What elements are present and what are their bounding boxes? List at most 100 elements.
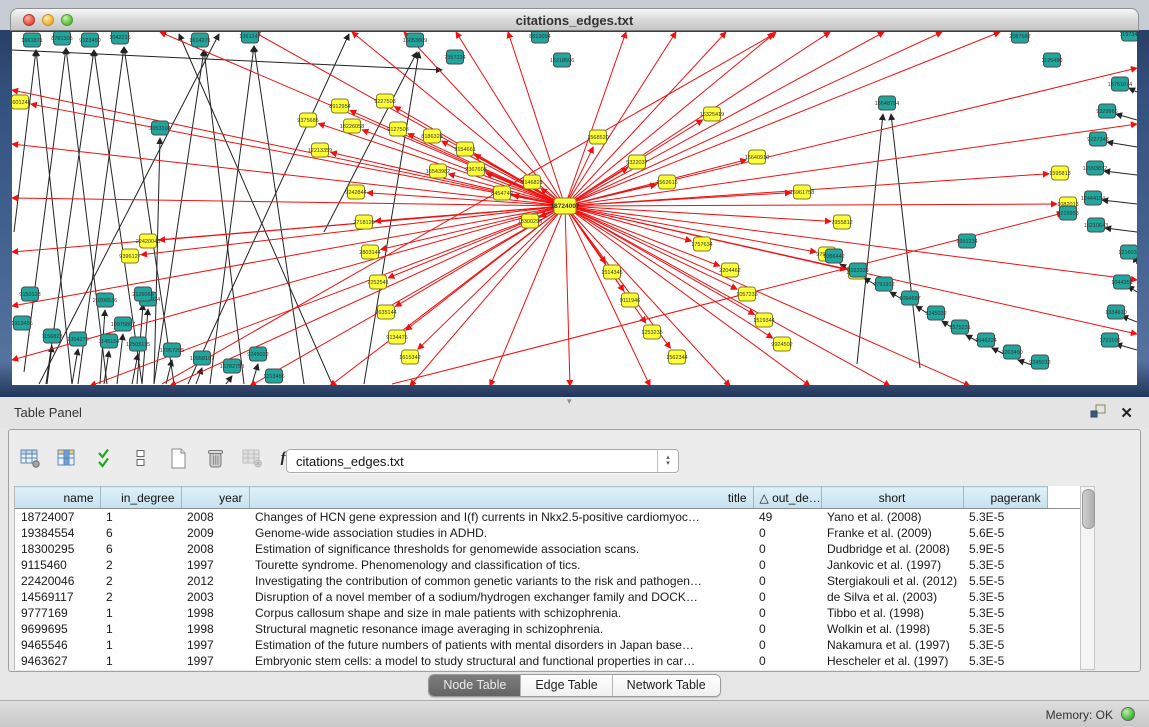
table-cell[interactable]: 1998 [181, 621, 249, 637]
table-row[interactable]: 1872400712008Changes of HCN gene express… [15, 509, 1081, 525]
table-cell[interactable]: Dudbridge et al. (2008) [821, 541, 963, 557]
table-cell[interactable]: 49 [753, 509, 821, 525]
table-cell[interactable]: 9465546 [15, 637, 100, 653]
table-cell[interactable]: Changes of HCN gene expression and I(f) … [249, 509, 753, 525]
table-scrollbar-thumb[interactable] [1082, 489, 1095, 529]
table-cell[interactable]: Tibbo et al. (1998) [821, 605, 963, 621]
table-settings-icon[interactable] [17, 445, 43, 471]
table-cell[interactable]: 0 [753, 557, 821, 573]
table-cell[interactable]: Investigating the contribution of common… [249, 573, 753, 589]
table-cell[interactable]: 1 [100, 509, 181, 525]
tab-network-table[interactable]: Network Table [613, 675, 720, 696]
table-cell[interactable]: 0 [753, 573, 821, 589]
show-column-icon[interactable] [54, 445, 80, 471]
table-cell[interactable]: 0 [753, 541, 821, 557]
table-cell[interactable]: 5.3E-5 [963, 557, 1047, 573]
table-row[interactable]: 977716911998Corpus callosum shape and si… [15, 605, 1081, 621]
table-cell[interactable]: 2008 [181, 509, 249, 525]
table-cell[interactable]: 1 [100, 637, 181, 653]
table-cell[interactable]: 6 [100, 525, 181, 541]
table-cell[interactable]: 0 [753, 637, 821, 653]
table-cell[interactable]: 0 [753, 653, 821, 669]
float-window-icon[interactable] [1090, 404, 1106, 423]
new-file-icon[interactable] [165, 445, 191, 471]
table-row[interactable]: 946362711997Embryonic stem cells: a mode… [15, 653, 1081, 669]
table-row[interactable]: 969969511998Structural magnetic resonanc… [15, 621, 1081, 637]
table-cell[interactable]: 5.3E-5 [963, 621, 1047, 637]
table-cell[interactable]: 2 [100, 589, 181, 605]
table-cell[interactable]: Genome-wide association studies in ADHD. [249, 525, 753, 541]
table-cell[interactable]: Structural magnetic resonance image aver… [249, 621, 753, 637]
column-header-year[interactable]: year [181, 487, 249, 509]
table-cell[interactable]: 22420046 [15, 573, 100, 589]
column-header-in_degree[interactable]: in_degree [100, 487, 181, 509]
table-cell[interactable]: 5.9E-5 [963, 541, 1047, 557]
table-cell[interactable]: 9699695 [15, 621, 100, 637]
table-cell[interactable]: Franke et al. (2009) [821, 525, 963, 541]
delete-icon[interactable] [202, 445, 228, 471]
table-row[interactable]: 946554611997Estimation of the future num… [15, 637, 1081, 653]
table-cell[interactable]: 0 [753, 589, 821, 605]
table-cell[interactable]: Nakamura et al. (1997) [821, 637, 963, 653]
select-all-icon[interactable] [91, 445, 117, 471]
table-cell[interactable]: Stergiakouli et al. (2012) [821, 573, 963, 589]
table-cell[interactable]: Disruption of a novel member of a sodium… [249, 589, 753, 605]
table-cell[interactable]: 9115460 [15, 557, 100, 573]
table-cell[interactable]: 14569117 [15, 589, 100, 605]
table-cell[interactable]: 5.3E-5 [963, 605, 1047, 621]
table-cell[interactable]: Estimation of significance thresholds fo… [249, 541, 753, 557]
table-cell[interactable]: 5.3E-5 [963, 653, 1047, 669]
table-cell[interactable]: 1997 [181, 653, 249, 669]
table-cell[interactable]: 2009 [181, 525, 249, 541]
window-title-bar[interactable]: citations_edges.txt [10, 8, 1139, 31]
table-row[interactable]: 1938455462009Genome-wide association stu… [15, 525, 1081, 541]
table-row[interactable]: 1456911722003Disruption of a novel membe… [15, 589, 1081, 605]
table-cell[interactable]: Embryonic stem cells: a model to study s… [249, 653, 753, 669]
table-cell[interactable]: 9463627 [15, 653, 100, 669]
table-cell[interactable]: 2008 [181, 541, 249, 557]
table-cell[interactable]: 1 [100, 605, 181, 621]
table-cell[interactable]: 18724007 [15, 509, 100, 525]
close-panel-icon[interactable]: ✕ [1120, 407, 1133, 421]
column-header-short[interactable]: short [821, 487, 963, 509]
table-cell[interactable]: 2003 [181, 589, 249, 605]
table-cell[interactable]: 0 [753, 605, 821, 621]
table-cell[interactable]: Jankovic et al. (1997) [821, 557, 963, 573]
table-cell[interactable]: Yano et al. (2008) [821, 509, 963, 525]
table-row[interactable]: 2242004622012Investigating the contribut… [15, 573, 1081, 589]
row-height-icon[interactable] [128, 445, 154, 471]
table-cell[interactable]: 6 [100, 541, 181, 557]
table-cell[interactable]: 2 [100, 573, 181, 589]
table-cell[interactable]: 1 [100, 621, 181, 637]
table-row[interactable]: 911546021997Tourette syndrome. Phenomeno… [15, 557, 1081, 573]
table-cell[interactable]: Hescheler et al. (1997) [821, 653, 963, 669]
table-cell[interactable]: Wolkin et al. (1998) [821, 621, 963, 637]
table-cell[interactable]: 2 [100, 557, 181, 573]
table-cell[interactable]: 1 [100, 653, 181, 669]
table-cell[interactable]: 0 [753, 525, 821, 541]
memory-status-icon[interactable] [1121, 707, 1135, 721]
table-scrollbar[interactable] [1080, 486, 1095, 670]
column-header-out_de[interactable]: △ out_de… [753, 487, 821, 509]
table-cell[interactable]: 5.3E-5 [963, 589, 1047, 605]
table-cell[interactable]: 5.3E-5 [963, 509, 1047, 525]
tab-edge-table[interactable]: Edge Table [521, 675, 612, 696]
column-header-name[interactable]: name [15, 487, 100, 509]
table-cell[interactable]: 9777169 [15, 605, 100, 621]
tab-node-table[interactable]: Node Table [429, 675, 521, 696]
table-cell[interactable]: 5.6E-5 [963, 525, 1047, 541]
column-header-title[interactable]: title [249, 487, 753, 509]
table-cell[interactable]: 19384554 [15, 525, 100, 541]
table-cell[interactable]: 1997 [181, 637, 249, 653]
splitter-grip-icon[interactable]: ▾ [567, 396, 572, 407]
column-header-pagerank[interactable]: pagerank [963, 487, 1047, 509]
table-row[interactable]: 1830029562008Estimation of significance … [15, 541, 1081, 557]
table-cell[interactable]: 1998 [181, 605, 249, 621]
table-cell[interactable]: Estimation of the future numbers of pati… [249, 637, 753, 653]
table-cell[interactable]: 1997 [181, 557, 249, 573]
table-cell[interactable]: Tourette syndrome. Phenomenology and cla… [249, 557, 753, 573]
table-cell[interactable]: 2012 [181, 573, 249, 589]
table-cell[interactable]: 5.5E-5 [963, 573, 1047, 589]
table-cell[interactable]: 18300295 [15, 541, 100, 557]
table-cell[interactable]: 5.3E-5 [963, 637, 1047, 653]
